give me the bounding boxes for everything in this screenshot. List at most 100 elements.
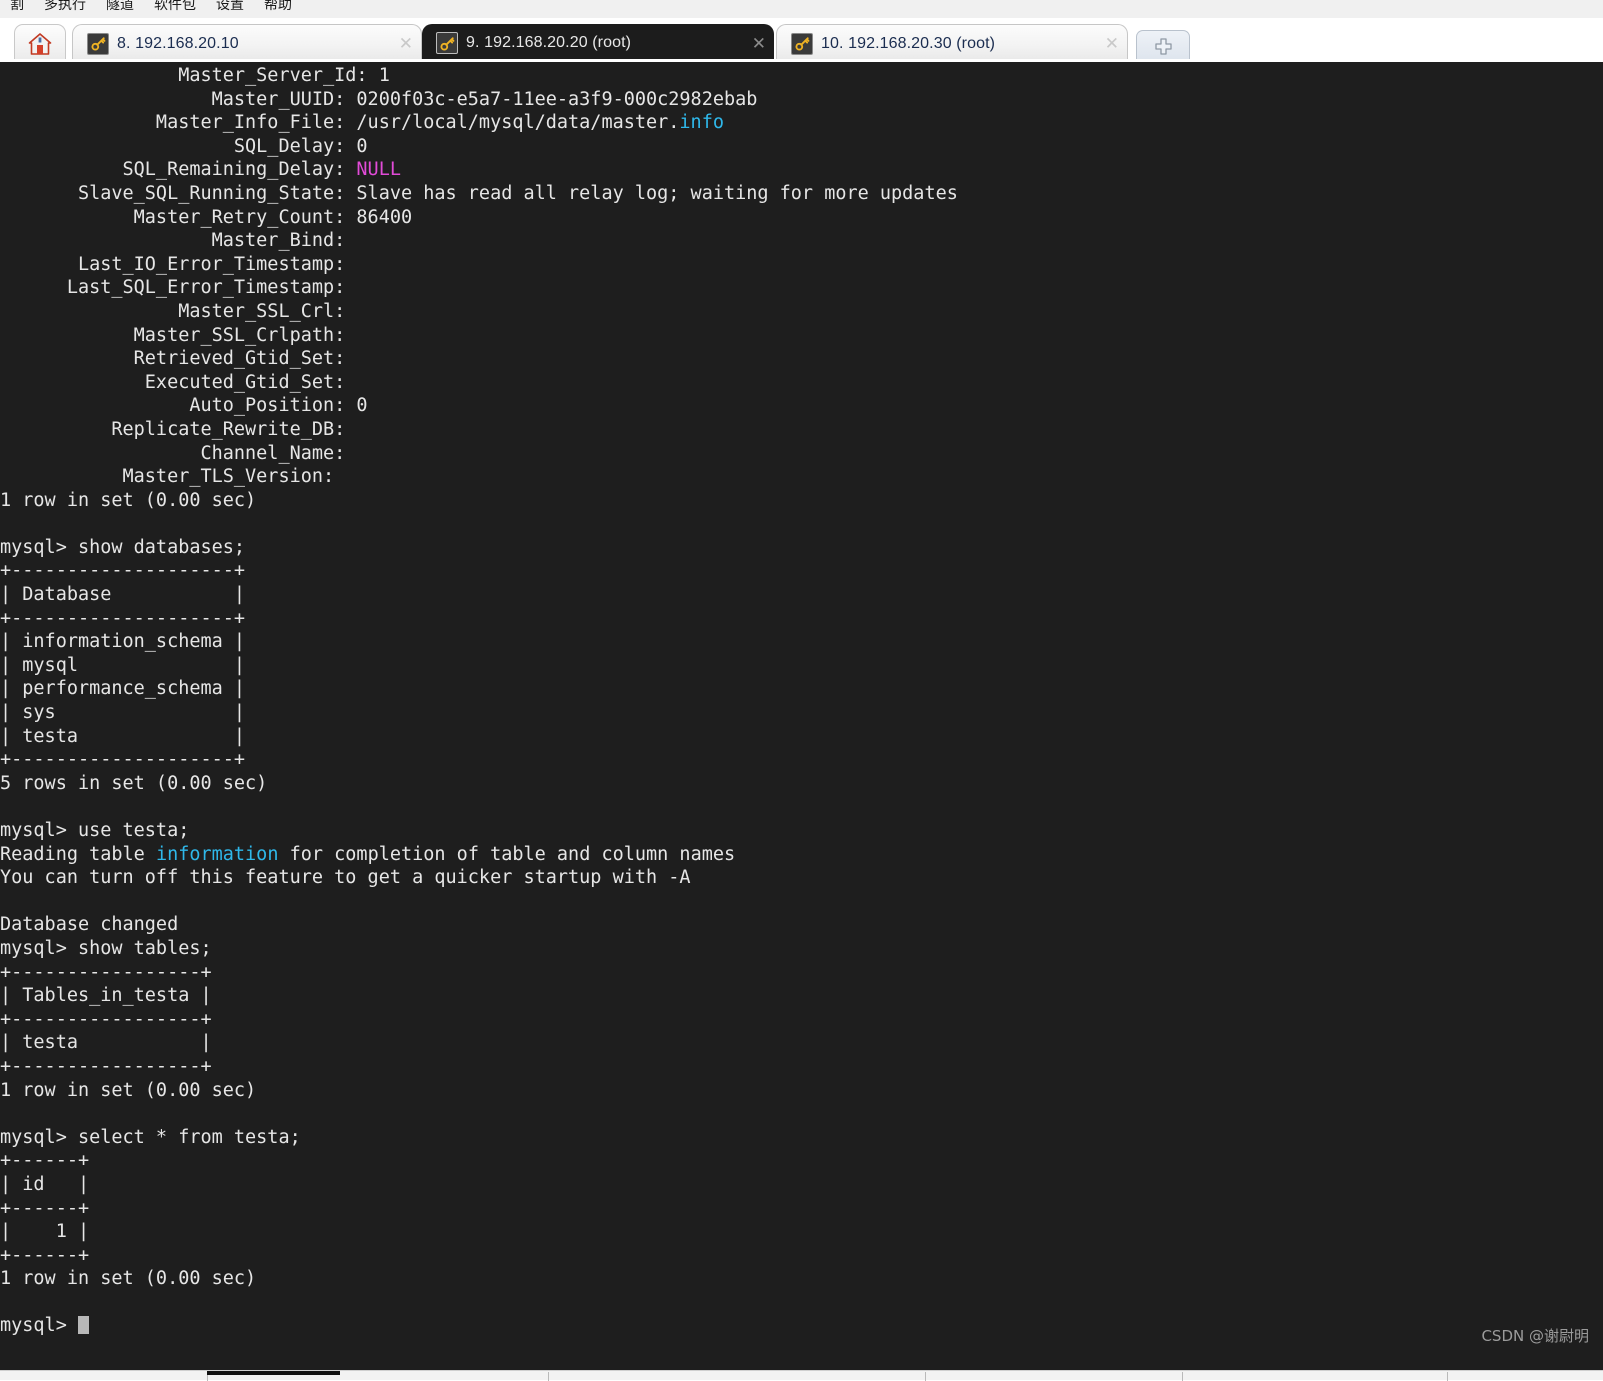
home-icon [28,33,52,55]
terminal-text-run: Master_SSL_Crl: [0,301,356,322]
terminal-line: mysql> show databases; [0,536,958,560]
terminal-text-run: 1 row in set (0.00 sec) [0,1268,256,1289]
key-icon [791,33,813,55]
terminal-text-run: +-----------------+ [0,1056,212,1077]
terminal-text-run: | mysql | [0,655,245,676]
status-bar-indicator [207,1371,340,1375]
terminal-line: Last_IO_Error_Timestamp: [0,253,958,277]
terminal-text-run: Master_Retry_Count: 86400 [0,207,412,228]
terminal-line: mysql> [0,1314,958,1338]
terminal-text-run: Executed_Gtid_Set: [0,372,356,393]
terminal-line: | 1 | [0,1220,958,1244]
terminal-text-run: | testa | [0,1032,212,1053]
terminal-output-pane[interactable]: Master_Server_Id: 1 Master_UUID: 0200f03… [0,62,1603,1370]
terminal-line: | Tables_in_testa | [0,984,958,1008]
terminal-text-run: Channel_Name: [0,443,356,464]
terminal-line: You can turn off this feature to get a q… [0,866,958,890]
terminal-text-run: | sys | [0,702,245,723]
tab-close-button[interactable]: ✕ [1085,35,1119,52]
terminal-line: mysql> show tables; [0,937,958,961]
terminal-text-run: information [156,844,279,865]
key-icon [436,32,458,54]
terminal-line: Database changed [0,913,958,937]
terminal-line: | testa | [0,725,958,749]
terminal-text-run: | performance_schema | [0,678,245,699]
terminal-text-run: Master_Info_File: /usr/local/mysql/data/… [0,112,679,133]
terminal-line [0,1291,958,1315]
terminal-text-run: +------+ [0,1198,89,1219]
tab-close-button[interactable]: ✕ [732,35,766,52]
terminal-text-run: Replicate_Rewrite_DB: [0,419,356,440]
terminal-tab-3[interactable]: 10. 192.168.20.30 (root) ✕ [776,24,1128,62]
tab-label: 9. 192.168.20.20 (root) [466,34,631,52]
menu-bar-items: 割多执行隧道软件包设置帮助 [0,0,302,17]
terminal-text-run: mysql> select * from testa; [0,1127,301,1148]
terminal-line [0,795,958,819]
terminal-text-run: | testa | [0,726,245,747]
terminal-line: +--------------------+ [0,607,958,631]
terminal-line: 5 rows in set (0.00 sec) [0,772,958,796]
terminal-text-run: You can turn off this feature to get a q… [0,867,691,888]
tab-label: 10. 192.168.20.30 (root) [821,35,995,53]
menu-help[interactable]: 帮助 [254,0,302,15]
terminal-text-run: | id | [0,1174,89,1195]
terminal-line: +-----------------+ [0,1055,958,1079]
watermark: CSDN @谢尉明 [1481,1325,1589,1346]
terminal-line: +------+ [0,1197,958,1221]
plus-icon [1154,37,1173,56]
terminal-text-run: | Tables_in_testa | [0,985,212,1006]
new-tab-button[interactable] [1136,30,1190,62]
terminal-line: Master_TLS_Version: [0,465,958,489]
menu-tunnel[interactable]: 隧道 [96,0,144,15]
terminal-line: Master_UUID: 0200f03c-e5a7-11ee-a3f9-000… [0,88,958,112]
menu-bar: 割多执行隧道软件包设置帮助 [0,0,1603,19]
terminal-line: Auto_Position: 0 [0,394,958,418]
terminal-line: Slave_SQL_Running_State: Slave has read … [0,182,958,206]
terminal-line: Replicate_Rewrite_DB: [0,418,958,442]
terminal-text-run: +-----------------+ [0,1009,212,1030]
terminal-line: | mysql | [0,654,958,678]
menu-settings[interactable]: 设置 [206,0,254,15]
terminal-text-run: for completion of table and column names [278,844,735,865]
menu-multi-exec[interactable]: 多执行 [34,0,96,15]
terminal-line: | information_schema | [0,630,958,654]
terminal-line: mysql> select * from testa; [0,1126,958,1150]
terminal-text-run: +-----------------+ [0,962,212,983]
terminal-text-run: SQL_Delay: 0 [0,136,368,157]
terminal-line: +--------------------+ [0,559,958,583]
terminal-text-run: | Database | [0,584,245,605]
terminal-tab-1[interactable]: 8. 192.168.20.10 ✕ [72,24,422,62]
menu-split[interactable]: 割 [0,0,34,15]
terminal-line: Last_SQL_Error_Timestamp: [0,276,958,300]
terminal-text-run: Auto_Position: 0 [0,395,368,416]
terminal-line: Master_Info_File: /usr/local/mysql/data/… [0,111,958,135]
terminal-text-run: | information_schema | [0,631,245,652]
terminal-line: +------+ [0,1149,958,1173]
terminal-text-run: Master_SSL_Crlpath: [0,325,356,346]
terminal-text-run: Master_Bind: [0,230,356,251]
terminal-line: | sys | [0,701,958,725]
terminal-line [0,512,958,536]
terminal-text-run: Master_TLS_Version: [0,466,345,487]
terminal-text-run: Reading table [0,844,156,865]
home-tab-button[interactable] [14,24,66,62]
terminal-line: +--------------------+ [0,748,958,772]
terminal-line: 1 row in set (0.00 sec) [0,1267,958,1291]
status-bar [0,1370,1603,1380]
terminal-line [0,1102,958,1126]
terminal-text-run: +--------------------+ [0,749,245,770]
terminal-tab-2[interactable]: 9. 192.168.20.20 (root) ✕ [422,24,774,62]
terminal-line: SQL_Delay: 0 [0,135,958,159]
key-icon [87,33,109,55]
terminal-line: +-----------------+ [0,1008,958,1032]
terminal-text-run: 1 row in set (0.00 sec) [0,490,256,511]
tab-close-button[interactable]: ✕ [379,35,413,52]
terminal-text-run: Last_SQL_Error_Timestamp: [0,277,356,298]
terminal-line [0,890,958,914]
terminal-line: +-----------------+ [0,961,958,985]
terminal-text-run: mysql> [0,1315,78,1336]
terminal-line: | performance_schema | [0,677,958,701]
terminal-text-run: +------+ [0,1245,89,1266]
menu-packages[interactable]: 软件包 [144,0,206,15]
terminal-text-run: Retrieved_Gtid_Set: [0,348,356,369]
